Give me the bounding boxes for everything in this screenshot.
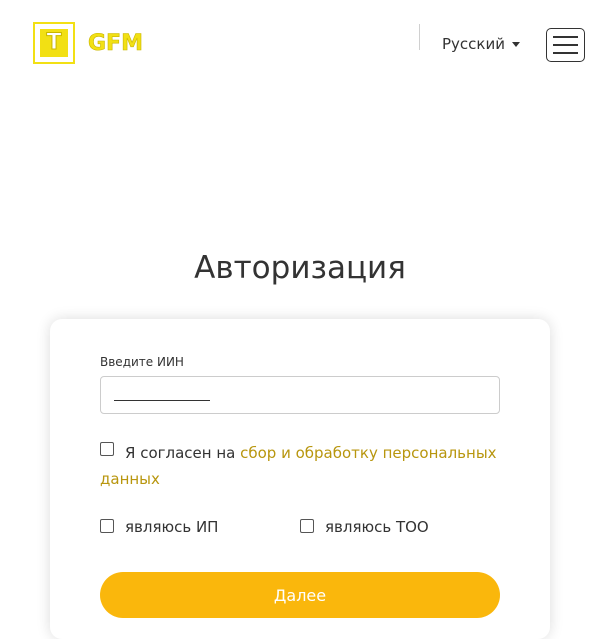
auth-card: Введите ИИН Я согласен на сбор и обработ… [50,319,550,639]
too-label[interactable]: являюсь ТОО [325,518,429,536]
menu-button[interactable] [546,28,585,62]
ip-checkbox[interactable] [100,519,114,533]
caret-down-icon [511,41,520,47]
language-label: Русский [442,35,505,53]
iin-input[interactable] [113,385,214,407]
header-divider [419,24,420,50]
ip-label[interactable]: являюсь ИП [125,518,218,536]
hamburger-icon [553,44,578,46]
logo-letter: T [40,29,68,57]
hamburger-icon [553,36,578,38]
logo-text[interactable]: GFM [88,31,144,57]
iin-mask [114,400,210,401]
iin-label: Введите ИИН [100,355,184,369]
iin-field[interactable] [100,376,500,414]
next-button[interactable]: Далее [100,572,500,618]
consent-prefix: Я согласен на [125,444,236,462]
logo-mark[interactable]: T [33,22,75,64]
hamburger-icon [553,52,578,54]
language-dropdown[interactable]: Русский [442,35,520,53]
consent-text: Я согласен на сбор и обработку персональ… [100,440,500,492]
header: T GFM Русский [0,0,600,90]
too-checkbox[interactable] [300,519,314,533]
page-title: Авторизация [194,250,406,286]
